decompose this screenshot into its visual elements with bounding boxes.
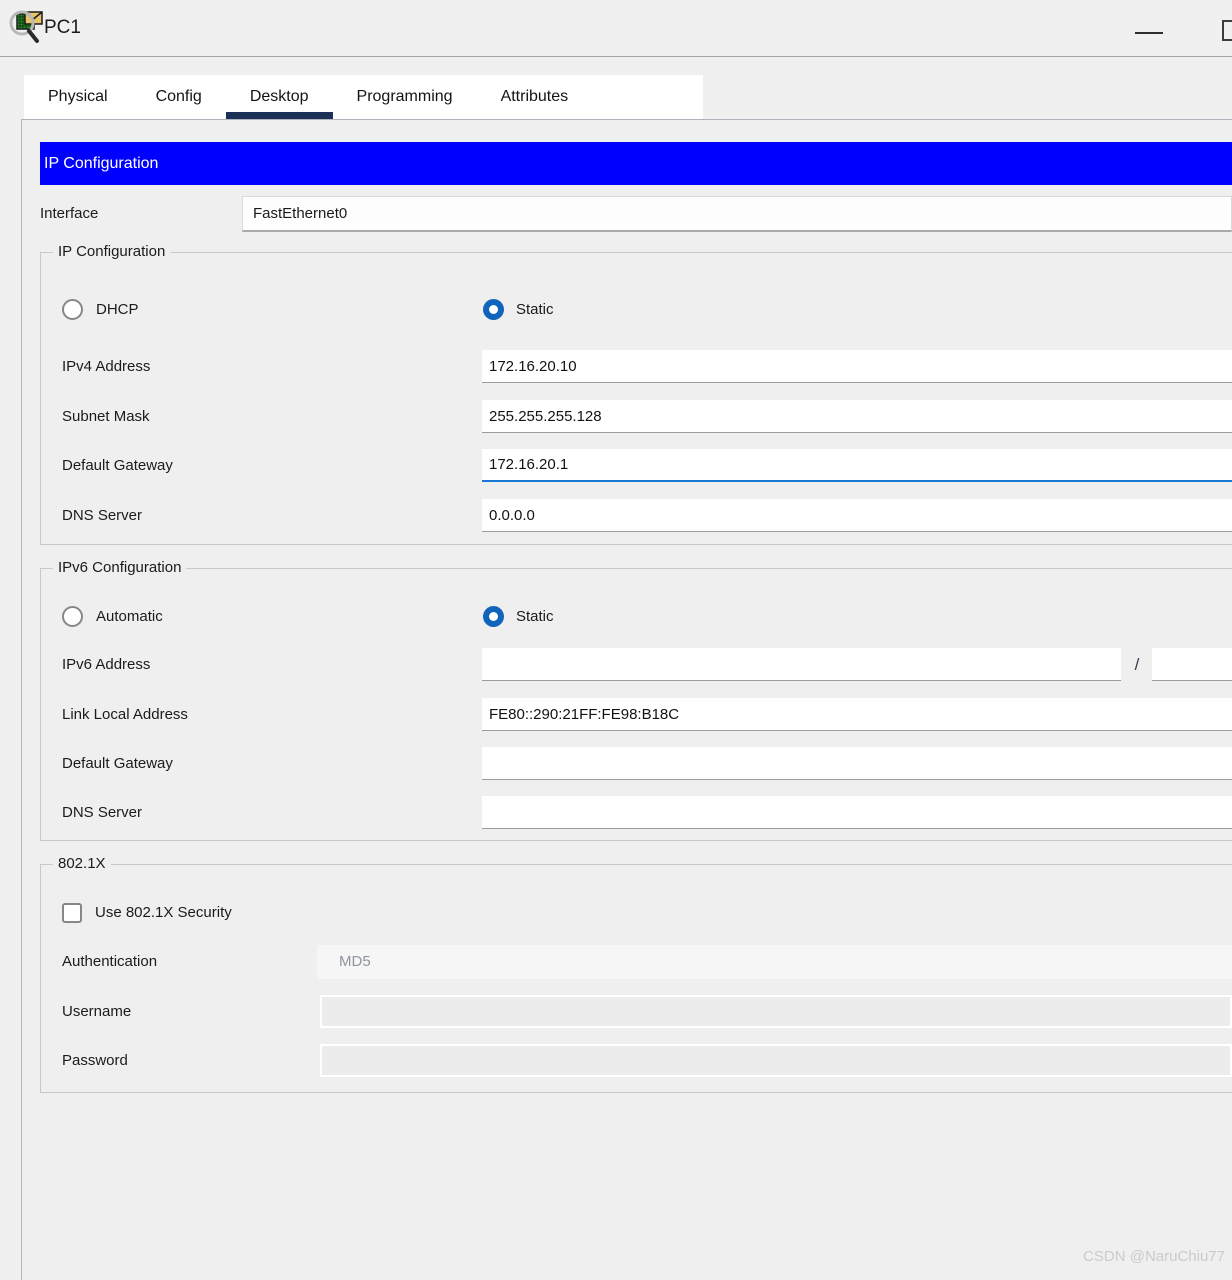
ipv4-dns-server-label: DNS Server <box>62 499 142 532</box>
password-input <box>320 1044 1232 1077</box>
ipv6-automatic-radio-label[interactable]: Automatic <box>96 606 163 627</box>
titlebar-separator <box>0 56 1232 57</box>
ipv4-address-input[interactable] <box>482 350 1232 383</box>
ipv6-automatic-radio[interactable] <box>62 606 83 627</box>
interface-label: Interface <box>40 196 98 232</box>
ip-configuration-group-title: IP Configuration <box>53 242 170 262</box>
window-title: PC1 <box>44 0 81 56</box>
tab-attributes[interactable]: Attributes <box>477 75 593 119</box>
use-dot1x-security-label[interactable]: Use 802.1X Security <box>95 902 232 924</box>
tab-desktop[interactable]: Desktop <box>226 75 333 119</box>
username-label: Username <box>62 995 131 1028</box>
password-label: Password <box>62 1044 128 1077</box>
ipv6-address-input[interactable] <box>482 648 1121 681</box>
ipv4-default-gateway-label: Default Gateway <box>62 449 173 482</box>
ipv6-address-label: IPv6 Address <box>62 648 150 681</box>
ipv4-address-label: IPv4 Address <box>62 350 150 383</box>
use-dot1x-security-checkbox[interactable] <box>62 903 82 923</box>
title-bar: PC1 <box>0 0 1232 56</box>
minimize-button[interactable] <box>1135 32 1163 34</box>
page-title: IP Configuration <box>40 142 1232 185</box>
dot1x-group-title: 802.1X <box>53 854 111 874</box>
ipv6-prefix-input[interactable] <box>1152 648 1232 681</box>
ipv6-default-gateway-label: Default Gateway <box>62 747 173 780</box>
dhcp-radio[interactable] <box>62 299 83 320</box>
packet-tracer-icon <box>8 8 46 46</box>
dhcp-radio-label[interactable]: DHCP <box>96 299 139 320</box>
authentication-dropdown-value: MD5 <box>317 945 1232 979</box>
ipv6-prefix-separator: / <box>1126 648 1148 681</box>
ipv6-default-gateway-input[interactable] <box>482 747 1232 780</box>
authentication-label: Authentication <box>62 945 157 979</box>
ipv6-configuration-group-title: IPv6 Configuration <box>53 558 186 578</box>
tab-programming[interactable]: Programming <box>333 75 477 119</box>
subnet-mask-label: Subnet Mask <box>62 400 150 433</box>
authentication-dropdown: MD5 <box>317 945 1232 979</box>
ipv6-static-radio-label[interactable]: Static <box>516 606 554 627</box>
username-input <box>320 995 1232 1028</box>
ipv4-dns-server-input[interactable] <box>482 499 1232 532</box>
pc-configuration-window: PC1 Physical Config Desktop Programming … <box>0 0 1232 1280</box>
ipv4-static-radio[interactable] <box>483 299 504 320</box>
watermark-text: CSDN @NaruChiu77 <box>1083 1248 1225 1265</box>
ipv6-dns-server-input[interactable] <box>482 796 1232 829</box>
link-local-address-input[interactable] <box>482 698 1232 731</box>
interface-dropdown-value: FastEthernet0 <box>243 197 1231 230</box>
link-local-address-label: Link Local Address <box>62 698 188 731</box>
tab-bar: Physical Config Desktop Programming Attr… <box>24 75 703 119</box>
ipv4-default-gateway-input[interactable] <box>482 449 1232 482</box>
tab-config[interactable]: Config <box>132 75 226 119</box>
interface-dropdown[interactable]: FastEthernet0 <box>242 196 1232 232</box>
tab-physical[interactable]: Physical <box>24 75 132 119</box>
ipv6-static-radio[interactable] <box>483 606 504 627</box>
ipv6-dns-server-label: DNS Server <box>62 796 142 829</box>
ipv4-static-radio-label[interactable]: Static <box>516 299 554 320</box>
subnet-mask-input[interactable] <box>482 400 1232 433</box>
maximize-button[interactable] <box>1222 20 1232 41</box>
